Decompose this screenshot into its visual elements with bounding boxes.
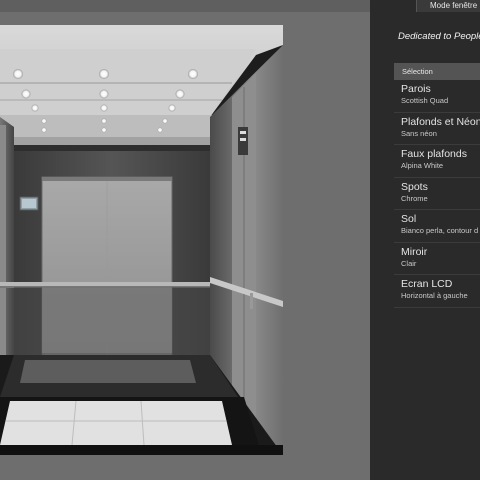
selection-header: Sélection [394,63,480,80]
configuration-panel: Mode fenêtre Dedicated to People Sélecti… [370,0,480,480]
top-strip [0,0,370,12]
option-title: Miroir [401,245,428,258]
option-title: Sol [401,213,417,225]
option-faux-plafonds[interactable]: Faux plafonds Alpina White [394,145,480,178]
option-value: Clair [401,258,417,268]
option-value: Horizontal à gauche [401,291,468,300]
tagline: Dedicated to People [398,31,480,42]
option-ecran-lcd[interactable]: Ecran LCD Horizontal à gauche [394,275,480,308]
option-value: Bianco perla, contour d [401,226,479,235]
window-mode-button[interactable]: Mode fenêtre [416,0,480,12]
option-sol[interactable]: Sol Bianco perla, contour d [394,210,480,243]
option-title: Faux plafonds [401,148,467,160]
option-parois[interactable]: Parois Scottish Quad [394,80,480,113]
option-value: Alpina White [401,161,444,170]
option-title: Ecran LCD [401,278,453,290]
selection-list: Parois Scottish Quad Plafonds et Néons S… [394,80,480,308]
option-plafonds-neons[interactable]: Plafonds et Néons Sans néon [394,113,480,145]
option-title: Plafonds et Néons [401,115,480,128]
option-value: Scottish Quad [401,96,449,105]
option-spots[interactable]: Spots Chrome [394,178,480,210]
option-title: Parois [401,83,431,95]
option-value: Sans néon [401,128,437,138]
option-miroir[interactable]: Miroir Clair [394,243,480,275]
option-value: Chrome [401,193,428,203]
elevator-cabin-preview[interactable] [0,25,283,455]
option-title: Spots [401,180,428,193]
